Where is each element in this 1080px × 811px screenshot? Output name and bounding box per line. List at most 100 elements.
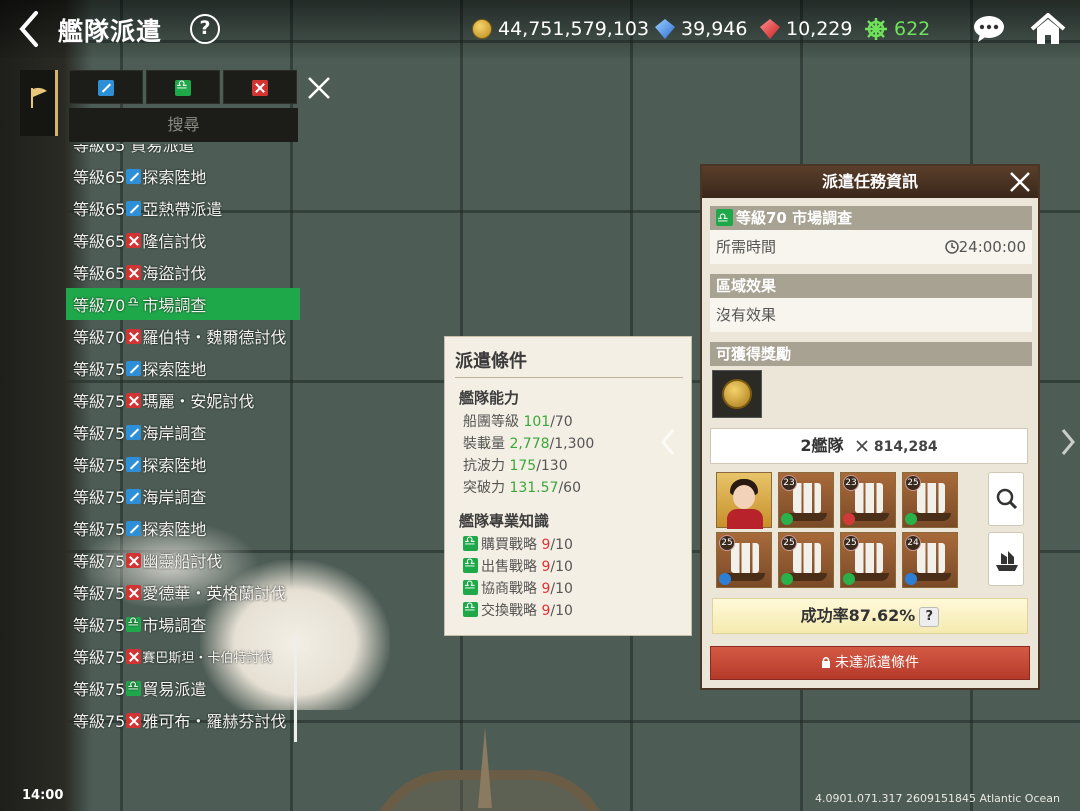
success-help-button[interactable]: ? bbox=[919, 607, 940, 627]
page-title: 艦隊派遣 bbox=[58, 17, 163, 46]
ability-current: 2,778 bbox=[509, 436, 550, 452]
portrait-body bbox=[727, 509, 763, 529]
list-item[interactable]: 等級75 探索陸地 bbox=[66, 448, 300, 480]
list-item[interactable]: 等級75 幽靈船討伐 bbox=[66, 544, 300, 576]
chat-bubble-icon bbox=[974, 16, 1004, 42]
close-filter-button[interactable] bbox=[305, 74, 333, 102]
explore-icon bbox=[126, 520, 142, 536]
next-arrow[interactable] bbox=[1058, 426, 1078, 458]
ability-current: 101 bbox=[523, 414, 551, 430]
filter-battle-button[interactable] bbox=[223, 70, 297, 104]
list-item[interactable]: 等級75 瑪麗・安妮討伐 bbox=[66, 384, 300, 416]
ability-required: /130 bbox=[536, 458, 568, 474]
ability-row: 抗波力 175/130 bbox=[463, 455, 568, 475]
blue-gem-icon bbox=[655, 19, 675, 39]
admiral-portrait[interactable] bbox=[716, 472, 772, 529]
inspect-button[interactable] bbox=[988, 472, 1024, 526]
ship-wheel-icon bbox=[865, 18, 887, 40]
knowledge-row: 出售戰略 9/10 bbox=[463, 556, 573, 576]
mission-level: 等級75 bbox=[73, 456, 126, 475]
fleet-knowledge-heading: 艦隊專業知識 bbox=[459, 512, 550, 530]
list-item[interactable]: 等級70 市場調查 bbox=[66, 288, 300, 320]
chevron-right-icon bbox=[1061, 429, 1075, 455]
mission-level: 等級65 bbox=[73, 232, 126, 251]
list-item[interactable]: 等級75 海岸調查 bbox=[66, 416, 300, 448]
dispatch-button[interactable]: 未達派遣條件 bbox=[710, 646, 1030, 680]
fleet-flag-tab[interactable] bbox=[20, 70, 58, 136]
battle-icon bbox=[126, 584, 142, 600]
time-value-wrap: 24:00:00 bbox=[944, 230, 1026, 264]
ability-required: /60 bbox=[558, 480, 581, 496]
gold-coin-icon bbox=[472, 19, 492, 39]
info-close-button[interactable] bbox=[1008, 170, 1032, 194]
ship-sail bbox=[855, 543, 883, 573]
trade-icon bbox=[175, 78, 191, 96]
ship-sail bbox=[731, 543, 759, 573]
list-item[interactable]: 等級65 亞熱帶派遣 bbox=[66, 192, 300, 224]
list-item[interactable]: 等級75 賽巴斯坦・卡伯特討伐 bbox=[66, 640, 300, 672]
explore-icon bbox=[126, 200, 142, 216]
ship-slot[interactable]: 24 bbox=[902, 532, 958, 588]
list-item[interactable]: 等級75 海岸調查 bbox=[66, 480, 300, 512]
explore-icon bbox=[126, 168, 142, 184]
ability-required: /1,300 bbox=[549, 436, 595, 452]
list-item[interactable]: 等級75 雅可布・羅赫芬討伐 bbox=[66, 704, 300, 736]
ship-slot[interactable]: 25 bbox=[716, 532, 772, 588]
filter-explore-button[interactable] bbox=[69, 70, 143, 104]
ship-slot[interactable]: 25 bbox=[902, 472, 958, 528]
lock-icon bbox=[822, 657, 830, 668]
list-scrollbar[interactable] bbox=[294, 636, 297, 742]
ship-select-button[interactable] bbox=[988, 532, 1024, 586]
ship-sail bbox=[793, 543, 821, 573]
ship-slot[interactable]: 25 bbox=[840, 532, 896, 588]
ship-sail bbox=[917, 483, 945, 513]
trade-icon bbox=[463, 578, 478, 595]
ship-status-icon bbox=[781, 573, 793, 585]
fleet-power-wrap: 814,284 bbox=[855, 439, 938, 455]
reward-item-slot[interactable] bbox=[712, 370, 762, 418]
list-item[interactable]: 等級65 海盜討伐 bbox=[66, 256, 300, 288]
fleet-selector[interactable]: 2艦隊 814,284 bbox=[710, 428, 1028, 464]
fleet-label: 2艦隊 bbox=[800, 436, 844, 455]
ability-label: 船團等級 bbox=[463, 414, 519, 430]
list-item[interactable]: 等級70 羅伯特・魏爾德討伐 bbox=[66, 320, 300, 352]
list-item[interactable]: 等級65 隆信討伐 bbox=[66, 224, 300, 256]
help-button[interactable]: ? bbox=[190, 14, 220, 44]
ship-sail bbox=[855, 483, 883, 513]
mission-name: 雅可布・羅赫芬討伐 bbox=[142, 712, 287, 731]
chat-button[interactable] bbox=[972, 14, 1006, 44]
home-button[interactable] bbox=[1030, 12, 1066, 46]
back-button[interactable] bbox=[14, 10, 44, 48]
close-icon bbox=[1010, 172, 1030, 192]
explore-icon bbox=[126, 488, 142, 504]
time-label: 所需時間 bbox=[716, 238, 777, 256]
list-item[interactable]: 等級75 市場調查 bbox=[66, 608, 300, 640]
mission-name: 隆信討伐 bbox=[142, 232, 207, 251]
chevron-left-icon bbox=[19, 11, 38, 47]
prev-arrow[interactable] bbox=[658, 426, 678, 458]
ship-status-icon bbox=[719, 573, 731, 585]
list-item[interactable]: 等級65 探索陸地 bbox=[66, 160, 300, 192]
ship-slot[interactable]: 23 bbox=[778, 472, 834, 528]
list-item[interactable]: 等級75 貿易派遣 bbox=[66, 672, 300, 704]
search-button[interactable]: 搜尋 bbox=[69, 108, 298, 142]
ship-slot[interactable]: 25 bbox=[778, 532, 834, 588]
fleet-ability-heading: 艦隊能力 bbox=[459, 389, 520, 407]
region-effect-row: 沒有效果 bbox=[710, 298, 1032, 332]
ship-slot[interactable]: 23 bbox=[840, 472, 896, 528]
list-item[interactable]: 等級75 探索陸地 bbox=[66, 512, 300, 544]
mission-level: 等級70 bbox=[73, 328, 126, 347]
battle-icon bbox=[126, 648, 142, 664]
mission-name: 愛德華・英格蘭討伐 bbox=[142, 584, 287, 603]
battle-icon bbox=[126, 552, 142, 568]
ship-hull bbox=[911, 513, 951, 521]
mission-level: 等級65 bbox=[73, 264, 126, 283]
list-item[interactable]: 等級75 愛德華・英格蘭討伐 bbox=[66, 576, 300, 608]
red-gem-counter: 10,229 bbox=[760, 16, 852, 42]
list-item[interactable]: 等級65 貿易派遣 bbox=[66, 144, 300, 160]
filter-trade-button[interactable] bbox=[146, 70, 220, 104]
list-item[interactable]: 等級75 探索陸地 bbox=[66, 352, 300, 384]
dispatch-label: 未達派遣條件 bbox=[835, 655, 919, 671]
mission-level: 等級75 bbox=[73, 520, 126, 539]
ship-sail bbox=[793, 483, 821, 513]
